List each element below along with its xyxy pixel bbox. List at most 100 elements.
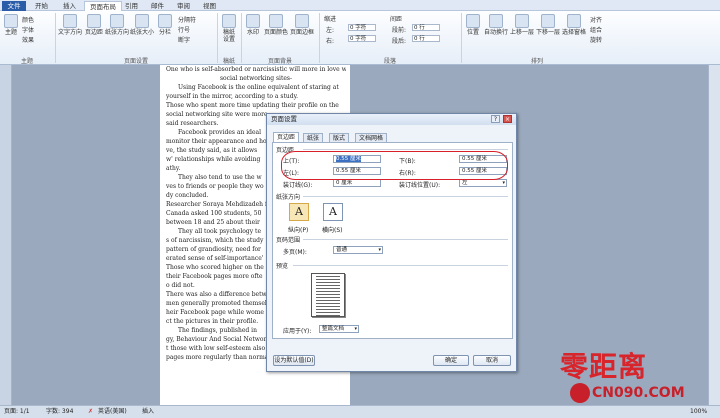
text-direction-label: 文字方向 bbox=[58, 29, 83, 36]
align-button[interactable]: 对齐 bbox=[590, 15, 602, 24]
portrait-label: 纵向(P) bbox=[288, 227, 309, 234]
gutter-position-select[interactable]: 左 bbox=[459, 179, 507, 187]
wrap-text-icon bbox=[489, 14, 503, 28]
tab-file[interactable]: 文件 bbox=[2, 1, 26, 11]
tab-home[interactable]: 开始 bbox=[30, 1, 53, 11]
tab-review[interactable]: 审阅 bbox=[172, 1, 195, 11]
columns-label: 分栏 bbox=[158, 29, 171, 36]
text-direction-icon bbox=[63, 14, 77, 28]
tab-mailings[interactable]: 邮件 bbox=[146, 1, 169, 11]
bring-forward-label: 上移一层 bbox=[510, 29, 535, 36]
dialog-title: 页面设置 bbox=[271, 115, 297, 123]
set-default-button[interactable]: 设为默认值(D) bbox=[273, 355, 315, 366]
columns-button[interactable]: 分栏 bbox=[156, 14, 174, 36]
preview-line bbox=[316, 300, 340, 301]
page-border-button[interactable]: 页面边框 bbox=[290, 14, 314, 36]
preview-line bbox=[316, 309, 340, 310]
size-button[interactable]: 纸张大小 bbox=[130, 14, 154, 36]
zoom-level[interactable]: 100% bbox=[690, 406, 707, 418]
proofing-icon[interactable]: ✗ bbox=[88, 406, 93, 418]
document-line: Using Facebook is the online equivalent … bbox=[178, 84, 339, 91]
size-label: 纸张大小 bbox=[130, 29, 155, 36]
bring-forward-button[interactable]: 上移一层 bbox=[510, 14, 534, 36]
page-color-button[interactable]: 页面颜色 bbox=[264, 14, 288, 36]
preview-line bbox=[316, 288, 340, 289]
gutter-position-label: 装订线位置(U): bbox=[399, 182, 441, 189]
indent-right-input[interactable]: 0 字符 bbox=[348, 35, 376, 42]
group-button[interactable]: 组合 bbox=[590, 25, 602, 34]
position-icon bbox=[466, 14, 480, 28]
document-line: yourself in the mirror, according to a s… bbox=[166, 93, 299, 100]
tab-page-layout[interactable]: 页面布局 bbox=[84, 1, 122, 11]
document-line: Those who spent more time updating their… bbox=[166, 102, 339, 109]
page-preview bbox=[311, 273, 345, 317]
tab-references[interactable]: 引用 bbox=[120, 1, 143, 11]
portrait-option[interactable]: A bbox=[289, 203, 309, 221]
highlight-annotation bbox=[281, 151, 508, 180]
spacing-before-input[interactable]: 0 行 bbox=[412, 24, 440, 31]
tab-paper[interactable]: 纸张 bbox=[303, 133, 324, 142]
preview-line bbox=[316, 312, 340, 313]
fonts-button[interactable]: 字体 bbox=[22, 25, 34, 34]
multiple-pages-select[interactable]: 普通 bbox=[333, 246, 383, 254]
divider bbox=[303, 196, 508, 197]
landscape-label: 横向(S) bbox=[322, 227, 343, 234]
preview-line bbox=[316, 315, 340, 316]
send-backward-icon bbox=[541, 14, 555, 28]
indent-left-input[interactable]: 0 字符 bbox=[348, 24, 376, 31]
ok-button[interactable]: 确定 bbox=[433, 355, 469, 366]
line-numbers-button[interactable]: 行号 bbox=[178, 25, 190, 34]
preview-line bbox=[316, 291, 340, 292]
tab-document-grid[interactable]: 文档网格 bbox=[355, 133, 388, 142]
watermark-button[interactable]: 水印 bbox=[244, 14, 262, 36]
paper-setting-icon bbox=[222, 14, 236, 28]
ribbon-tab-bar: 文件 开始 插入 页面布局 引用 邮件 审阅 视图 bbox=[0, 0, 720, 11]
vertical-scrollbar[interactable] bbox=[708, 65, 720, 405]
group-label-paper: 稿纸 bbox=[222, 58, 235, 65]
tab-insert[interactable]: 插入 bbox=[58, 1, 81, 11]
close-icon[interactable]: × bbox=[503, 115, 512, 123]
colors-button[interactable]: 颜色 bbox=[22, 15, 34, 24]
tab-layout[interactable]: 版式 bbox=[329, 133, 350, 142]
landscape-option[interactable]: A bbox=[323, 203, 343, 221]
selection-pane-button[interactable]: 选择窗格 bbox=[562, 14, 586, 36]
page-color-label: 页面颜色 bbox=[264, 29, 289, 36]
gutter-input[interactable]: 0 厘米 bbox=[333, 179, 381, 187]
paper-setting-button[interactable]: 稿纸 设置 bbox=[220, 14, 238, 43]
section-preview: 预览 bbox=[276, 263, 289, 270]
gutter-label: 装订线(G): bbox=[283, 182, 313, 189]
tab-margins[interactable]: 页边距 bbox=[273, 132, 300, 142]
watermark-site: CN090.COM bbox=[592, 385, 685, 401]
indent-heading: 缩进 bbox=[324, 16, 337, 23]
margins-button[interactable]: 页边距 bbox=[84, 14, 104, 36]
send-backward-button[interactable]: 下移一层 bbox=[536, 14, 560, 36]
themes-button[interactable]: 主题 bbox=[2, 14, 20, 36]
wrap-text-button[interactable]: 自动换行 bbox=[484, 14, 508, 36]
tab-view[interactable]: 视图 bbox=[198, 1, 221, 11]
language-indicator[interactable]: 英语(美国) bbox=[98, 406, 127, 418]
insert-mode[interactable]: 插入 bbox=[142, 406, 154, 418]
help-icon[interactable]: ? bbox=[491, 115, 500, 123]
divider bbox=[303, 239, 508, 240]
word-count[interactable]: 字数: 394 bbox=[46, 406, 73, 418]
position-button[interactable]: 位置 bbox=[464, 14, 482, 36]
spacing-heading: 间距 bbox=[390, 16, 403, 23]
breaks-button[interactable]: 分隔符 bbox=[178, 15, 196, 24]
effects-button[interactable]: 效果 bbox=[22, 35, 34, 44]
bring-forward-icon bbox=[515, 14, 529, 28]
rotate-button[interactable]: 旋转 bbox=[590, 35, 602, 44]
spacing-after-input[interactable]: 0 行 bbox=[412, 35, 440, 42]
disc-icon bbox=[570, 383, 590, 403]
cancel-button[interactable]: 取消 bbox=[473, 355, 511, 366]
document-line: One who is self-absorbed or narcissistic… bbox=[166, 66, 346, 73]
page-count[interactable]: 页面: 1/1 bbox=[4, 406, 30, 418]
text-direction-button[interactable]: 文字方向 bbox=[58, 14, 82, 36]
wrap-text-label: 自动换行 bbox=[484, 29, 509, 36]
position-label: 位置 bbox=[466, 29, 479, 36]
orientation-label: 纸张方向 bbox=[105, 29, 130, 36]
apply-to-select[interactable]: 整篇文档 bbox=[319, 325, 359, 333]
multiple-pages-label: 多页(M): bbox=[283, 249, 307, 256]
hyphenation-button[interactable]: 断字 bbox=[178, 35, 190, 44]
orientation-button[interactable]: 纸张方向 bbox=[105, 14, 129, 36]
page-border-label: 页面边框 bbox=[290, 29, 315, 36]
